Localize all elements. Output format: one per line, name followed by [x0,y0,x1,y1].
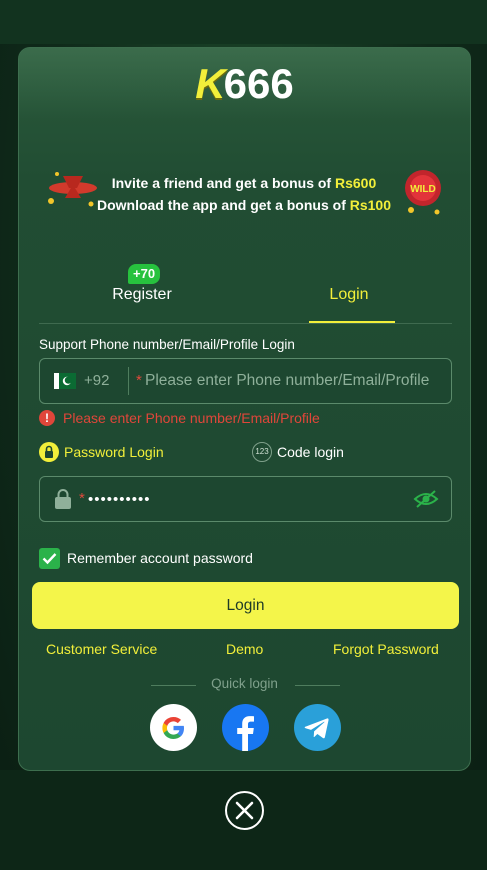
banner-download-amount: Rs100 [349,197,392,213]
register-bonus-badge: +70 [128,264,161,284]
login-button[interactable]: Login [32,582,459,629]
banner-download-line: Download the app and get a bonus of Rs10… [39,196,449,214]
password-login-label: Password Login [64,444,164,460]
auth-tabs: +70 Register Login [39,264,452,324]
quick-login-divider-right [295,685,340,686]
banner-invite-line: Invite a friend and get a bonus of Rs600 [39,174,449,192]
close-modal-button[interactable] [225,791,264,830]
facebook-login-button[interactable] [222,704,269,751]
phone-field: +92 * [39,358,457,404]
banner-download-text: Download the app and get a bonus of [96,197,350,213]
demo-link[interactable]: Demo [226,641,263,657]
customer-service-link[interactable]: Customer Service [46,641,157,657]
password-lock-icon [55,489,71,509]
k666-logo: K666 [19,62,470,106]
tab-register-label: Register [112,286,172,303]
remember-label: Remember account password [67,550,253,566]
logo-k: K [195,60,226,107]
password-field: * [39,476,452,522]
telegram-login-button[interactable] [294,704,341,751]
pakistan-flag-icon [54,373,76,389]
required-asterisk: * [136,372,142,389]
remember-checkbox[interactable] [39,548,60,569]
background-header [0,0,487,44]
banner-invite-text: Invite a friend and get a bonus of [111,175,335,191]
phone-input[interactable] [145,359,457,403]
wild-badge-label: WILD [410,184,436,195]
login-section-label: Support Phone number/Email/Profile Login [39,337,295,352]
login-modal: K666 Invite a friend and get a bonus of … [18,47,471,771]
google-icon [162,717,184,739]
password-input[interactable] [88,477,408,521]
numeric-code-icon: 123 [252,442,272,462]
tab-login[interactable]: Login [246,278,452,323]
quick-login-label: Quick login [211,676,278,691]
promo-banner: Invite a friend and get a bonus of Rs600… [39,156,449,226]
code-login-label: Code login [277,444,344,460]
facebook-icon [237,716,254,751]
lock-icon [39,442,59,462]
forgot-password-link[interactable]: Forgot Password [333,641,439,657]
checkmark-icon [42,553,57,565]
field-separator [128,367,129,395]
banner-invite-amount: Rs600 [334,175,377,191]
country-code[interactable]: +92 [84,372,109,389]
google-login-button[interactable] [150,704,197,751]
tab-login-label: Login [329,286,369,303]
tab-register[interactable]: +70 Register [39,264,245,323]
wild-badge-icon: WILD [405,170,441,215]
close-icon [235,801,254,820]
error-icon: ! [39,410,55,426]
eye-off-icon[interactable] [413,489,439,509]
tab-login-underline [309,321,395,323]
logo-digits: 666 [223,60,294,107]
phone-error-text: Please enter Phone number/Email/Profile [63,410,320,426]
required-asterisk-password: * [79,490,85,507]
telegram-icon [304,718,329,739]
